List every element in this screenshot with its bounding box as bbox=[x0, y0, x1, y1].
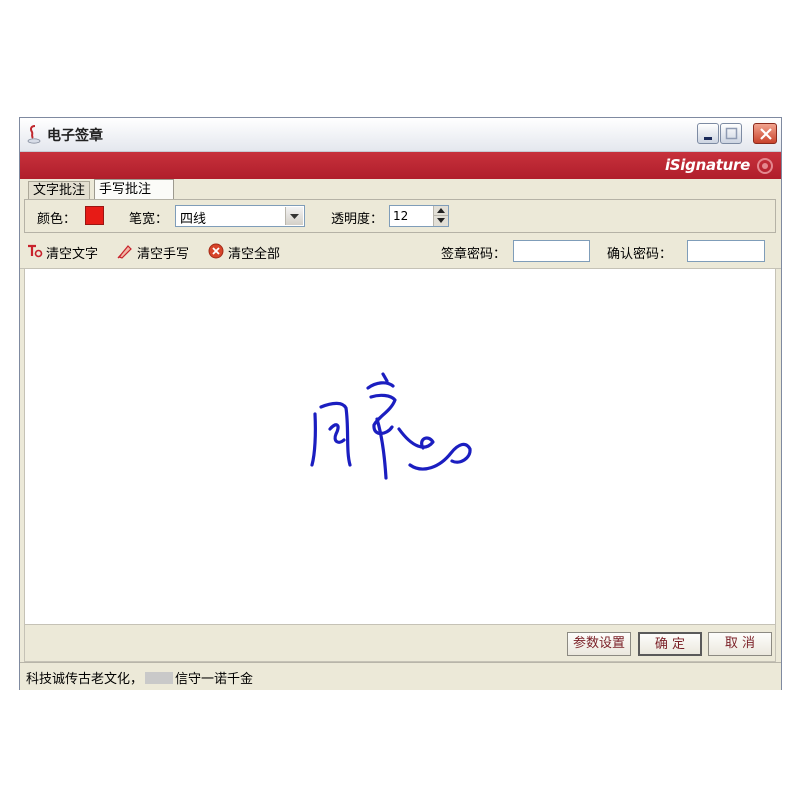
chevron-down-icon bbox=[290, 214, 299, 219]
clear-handwriting-icon bbox=[117, 245, 132, 259]
spin-down-button[interactable] bbox=[433, 216, 448, 226]
status-text-before: 科技诚传古老文化， bbox=[26, 672, 144, 687]
spinner-buttons bbox=[433, 206, 448, 226]
pen-width-select[interactable]: 四线 bbox=[175, 205, 305, 227]
close-icon bbox=[760, 128, 772, 140]
seal-password-label: 签章密码： bbox=[441, 247, 507, 262]
handwritten-signature bbox=[310, 372, 472, 480]
clear-all-icon bbox=[208, 243, 224, 259]
spin-up-button[interactable] bbox=[433, 206, 448, 216]
triangle-down-icon bbox=[437, 218, 445, 223]
maximize-button[interactable] bbox=[720, 123, 742, 144]
cancel-button[interactable]: 取 消 bbox=[708, 632, 772, 656]
status-bar: 科技诚传古老文化， 信守一诺千金 bbox=[20, 662, 781, 690]
dropdown-arrow-button[interactable] bbox=[285, 207, 303, 225]
opacity-label: 透明度： bbox=[331, 212, 384, 227]
status-text-after: 信守一诺千金 bbox=[175, 672, 254, 687]
triangle-up-icon bbox=[437, 208, 445, 213]
action-row: 清空文字 清空手写 清空全部 签章密码： 确认密码： bbox=[20, 235, 781, 269]
ok-button[interactable]: 确 定 bbox=[638, 632, 702, 656]
tab-handwriting-annotation[interactable]: 手写批注 bbox=[94, 179, 174, 199]
confirm-password-label: 确认密码： bbox=[607, 247, 673, 262]
minimize-button[interactable] bbox=[697, 123, 719, 144]
tab-text-annotation[interactable]: 文字批注 bbox=[28, 181, 91, 199]
color-label: 颜色： bbox=[37, 212, 77, 227]
clear-text-button[interactable]: 清空文字 bbox=[46, 243, 98, 262]
pen-toolbar: 颜色： 笔宽： 四线 透明度： 12 bbox=[24, 199, 776, 233]
redacted-mark bbox=[145, 672, 174, 684]
clear-handwriting-button[interactable]: 清空手写 bbox=[137, 243, 189, 262]
color-picker[interactable] bbox=[85, 206, 104, 225]
confirm-password-input[interactable] bbox=[687, 240, 765, 262]
clear-all-button[interactable]: 清空全部 bbox=[228, 243, 280, 262]
pen-width-label: 笔宽： bbox=[129, 212, 169, 227]
clear-text-icon bbox=[28, 244, 43, 258]
seal-app-icon bbox=[27, 125, 41, 144]
brand-swirl-icon bbox=[757, 158, 773, 174]
brand-banner: iSignature bbox=[20, 152, 781, 179]
minimize-icon bbox=[704, 137, 712, 140]
status-message: 科技诚传古老文化， 信守一诺千金 bbox=[26, 668, 253, 687]
title-bar[interactable]: 电子签章 bbox=[20, 118, 781, 152]
annotation-tabs: 文字批注 手写批注 bbox=[20, 179, 781, 199]
seal-password-input[interactable] bbox=[513, 240, 590, 262]
close-button[interactable] bbox=[753, 123, 777, 144]
opacity-spinner[interactable]: 12 bbox=[389, 205, 449, 227]
signature-canvas[interactable] bbox=[24, 269, 776, 624]
settings-button[interactable]: 参数设置 bbox=[567, 632, 631, 656]
window-title: 电子签章 bbox=[47, 128, 103, 144]
brand-logo-text: iSignature bbox=[664, 156, 750, 174]
maximize-icon bbox=[725, 127, 738, 140]
pen-width-value: 四线 bbox=[180, 212, 207, 227]
signature-window: 电子签章 iSignature 文字批注 手写批注 颜色： 笔宽： 四线 透明度… bbox=[19, 117, 782, 690]
opacity-value[interactable]: 12 bbox=[393, 209, 408, 223]
dialog-button-row: 参数设置 确 定 取 消 bbox=[24, 624, 776, 662]
